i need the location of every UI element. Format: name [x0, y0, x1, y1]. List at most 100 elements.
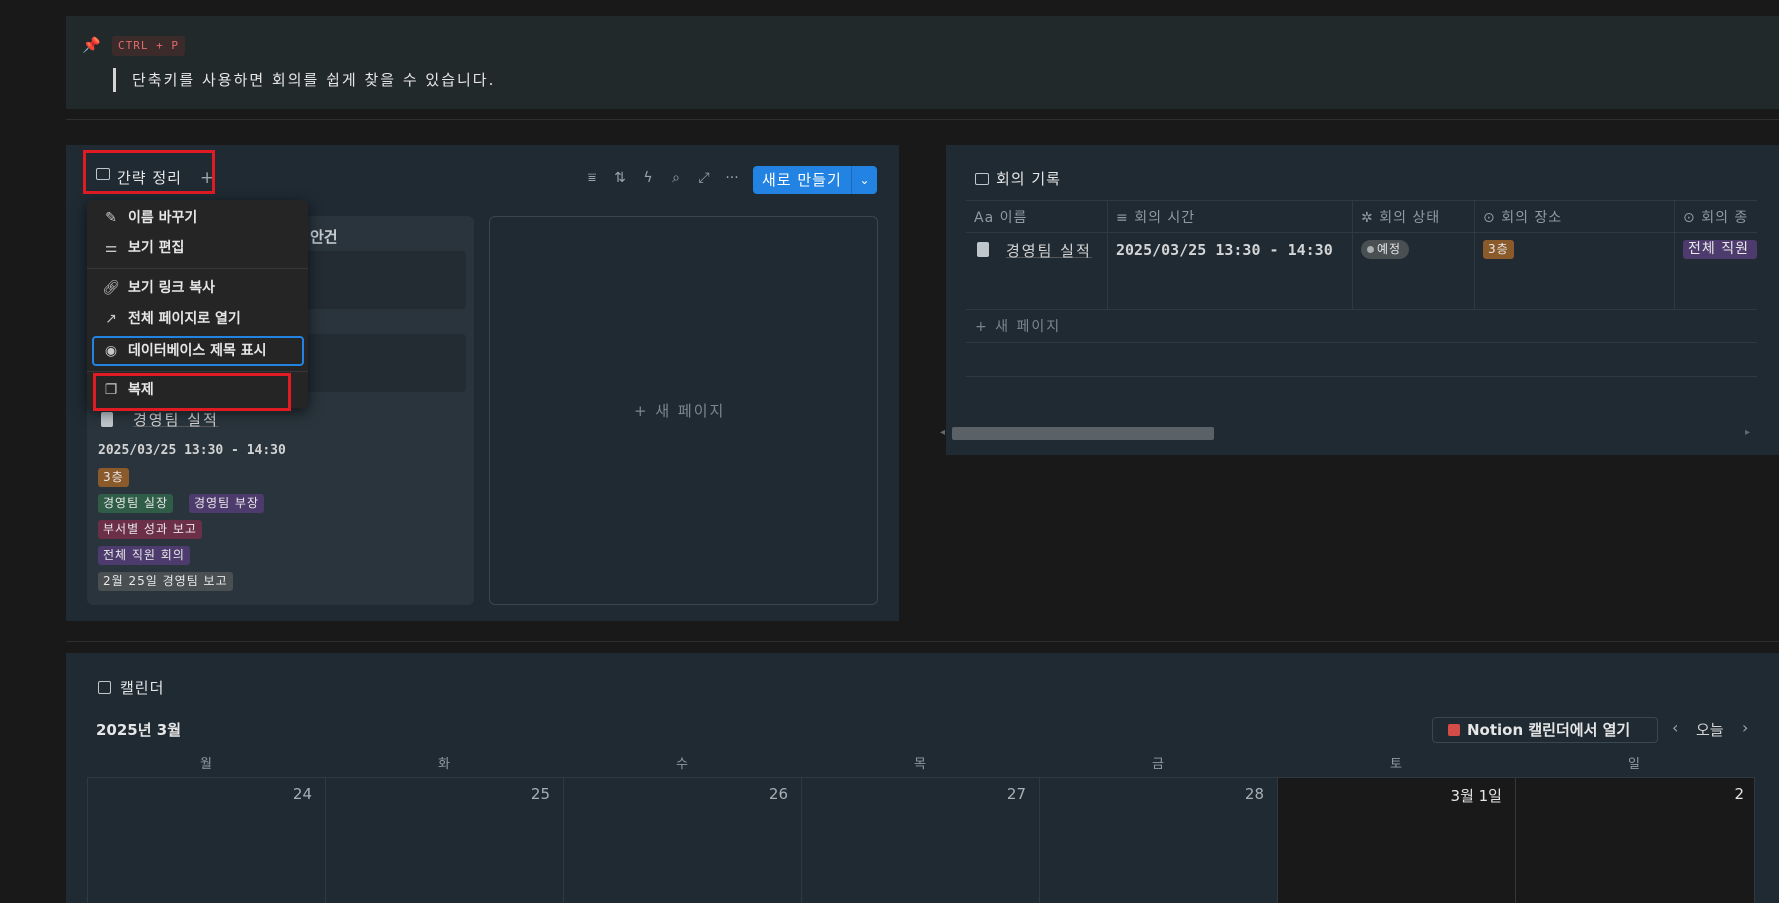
menu-item-rename[interactable]: ✎ 이름 바꾸기: [96, 204, 301, 232]
table-border: [966, 232, 1757, 233]
column-divider: [1474, 200, 1475, 309]
menu-item-label: 전체 페이지로 열기: [128, 311, 241, 327]
table-border: [966, 342, 1757, 343]
keyboard-icon: [975, 173, 989, 185]
page-icon: [977, 242, 989, 257]
horizontal-scrollbar[interactable]: [952, 427, 1214, 440]
filter-icon[interactable]: ⩸: [582, 170, 602, 186]
column-label: 이름: [999, 210, 1028, 226]
text-icon: ≡: [1116, 210, 1129, 226]
topic-tag: 부서별 성과 보고: [98, 520, 202, 539]
row-time[interactable]: 2025/03/25 13:30 - 14:30: [1116, 241, 1333, 259]
sort-icon[interactable]: ⇅: [610, 170, 630, 186]
table-border: [966, 200, 1757, 201]
select-icon: ⊙: [1683, 210, 1696, 226]
column-label: 회의 상태: [1379, 210, 1441, 226]
menu-item-label: 이름 바꾸기: [128, 210, 198, 226]
automation-icon[interactable]: ϟ: [638, 170, 658, 186]
menu-item-label: 보기 링크 복사: [128, 280, 216, 296]
button-label: Notion 캘린더에서 열기: [1467, 721, 1631, 739]
open-in-notion-calendar-button[interactable]: Notion 캘린더에서 열기: [1432, 717, 1658, 743]
weekday-label: 수: [676, 757, 688, 772]
arrow-up-right-icon: ↗: [105, 311, 117, 327]
table-border: [966, 309, 1757, 310]
shortcut-callout: [66, 16, 1779, 109]
table-title[interactable]: 회의 기록: [996, 168, 1061, 189]
day-number: 28: [1244, 785, 1264, 803]
select-icon: ⊙: [1483, 210, 1496, 226]
column-header: 안건: [310, 228, 338, 246]
floor-tag: 3층: [98, 468, 129, 487]
column-header-place[interactable]: ⊙ 회의 장소: [1483, 205, 1562, 231]
column-label: 회의 시간: [1134, 210, 1196, 226]
next-month-icon[interactable]: ›: [1742, 718, 1748, 737]
menu-divider: [87, 268, 308, 269]
link-icon: 🔗︎: [102, 280, 120, 296]
status-label: 예정: [1377, 242, 1402, 256]
sliders-icon: ⚌: [104, 240, 118, 256]
column-header-status[interactable]: ✲ 회의 상태: [1361, 205, 1440, 231]
column-label: 회의 종: [1701, 210, 1749, 226]
menu-item-show-title[interactable]: ◉ 데이터베이스 제목 표시: [96, 337, 301, 365]
weekday-label: 일: [1628, 757, 1640, 772]
page: 📌 CTRL + P 단축키를 사용하면 회의를 쉽게 찾을 수 있습니다. 간…: [0, 0, 1779, 903]
attendee-tag: 경영팀 실장: [98, 494, 174, 513]
shortcut-code: CTRL + P: [112, 36, 185, 56]
menu-item-label: 데이터베이스 제목 표시: [128, 343, 267, 359]
scroll-right-icon[interactable]: ▸: [1745, 427, 1750, 438]
weekday-label: 토: [1390, 757, 1402, 772]
column-divider: [1107, 200, 1108, 309]
expand-icon[interactable]: ⤢: [694, 170, 714, 186]
pin-icon: 📌: [82, 36, 101, 54]
add-row-button[interactable]: + 새 페이지: [975, 316, 1061, 336]
today-button[interactable]: 오늘: [1696, 719, 1724, 740]
weekday-label: 화: [438, 757, 450, 772]
notion-calendar-icon: [1448, 724, 1460, 736]
column-header-type[interactable]: ⊙ 회의 종: [1683, 205, 1748, 231]
text-type-icon: Aa: [974, 210, 995, 226]
more-icon[interactable]: ···: [722, 170, 742, 186]
eye-icon: ◉: [104, 343, 118, 359]
highlight-view-tab: [83, 150, 215, 194]
card-title[interactable]: 경영팀 실적: [133, 409, 219, 430]
search-icon[interactable]: ⌕: [666, 170, 686, 186]
weekday-label: 금: [1152, 757, 1164, 772]
day-number: 27: [1006, 785, 1026, 803]
weekday-label: 목: [914, 757, 926, 772]
day-number: 3월 1일: [1450, 787, 1502, 805]
menu-item-copy-link[interactable]: 🔗︎ 보기 링크 복사: [96, 274, 301, 302]
status-dot: [1367, 246, 1374, 253]
day-number: 26: [768, 785, 788, 803]
divider: [66, 641, 1779, 642]
meeting-type-tag: 전체 직원 회의: [98, 546, 190, 565]
place-tag[interactable]: 3층: [1483, 240, 1514, 259]
column-divider: [1352, 200, 1353, 309]
card-time: 2025/03/25 13:30 - 14:30: [98, 443, 286, 458]
day-number: 24: [292, 785, 312, 803]
column-header-name[interactable]: Aa 이름: [974, 205, 1027, 231]
menu-item-edit-view[interactable]: ⚌ 보기 편집: [96, 234, 301, 262]
row-name[interactable]: 경영팀 실적: [1006, 240, 1092, 261]
status-icon: ✲: [1361, 210, 1374, 226]
prev-month-icon[interactable]: ‹: [1672, 718, 1678, 737]
new-button-dropdown[interactable]: ⌄: [851, 166, 877, 194]
table-border: [966, 376, 1757, 377]
attendee-tag: 경영팀 부장: [189, 494, 265, 513]
type-tag[interactable]: 전체 직원: [1683, 240, 1757, 259]
page-icon: [101, 412, 113, 427]
menu-divider: [87, 371, 308, 372]
calendar-title[interactable]: 캘린더: [120, 677, 164, 698]
column-label: 회의 장소: [1501, 210, 1563, 226]
edit-icon: ✎: [105, 210, 117, 226]
status-badge[interactable]: 예정: [1361, 240, 1410, 259]
add-page-button[interactable]: + 새 페이지: [634, 400, 725, 421]
table-view-panel: [946, 145, 1779, 455]
column-header-time[interactable]: ≡ 회의 시간: [1116, 205, 1195, 231]
calendar-icon: [98, 681, 111, 694]
menu-item-open-full-page[interactable]: ↗ 전체 페이지로 열기: [96, 305, 301, 333]
callout-quote: 단축키를 사용하면 회의를 쉽게 찾을 수 있습니다.: [113, 68, 495, 92]
column-divider: [1674, 200, 1675, 309]
scroll-left-icon[interactable]: ◂: [940, 427, 945, 438]
day-number: 2: [1734, 785, 1744, 803]
weekday-label: 월: [200, 757, 212, 772]
